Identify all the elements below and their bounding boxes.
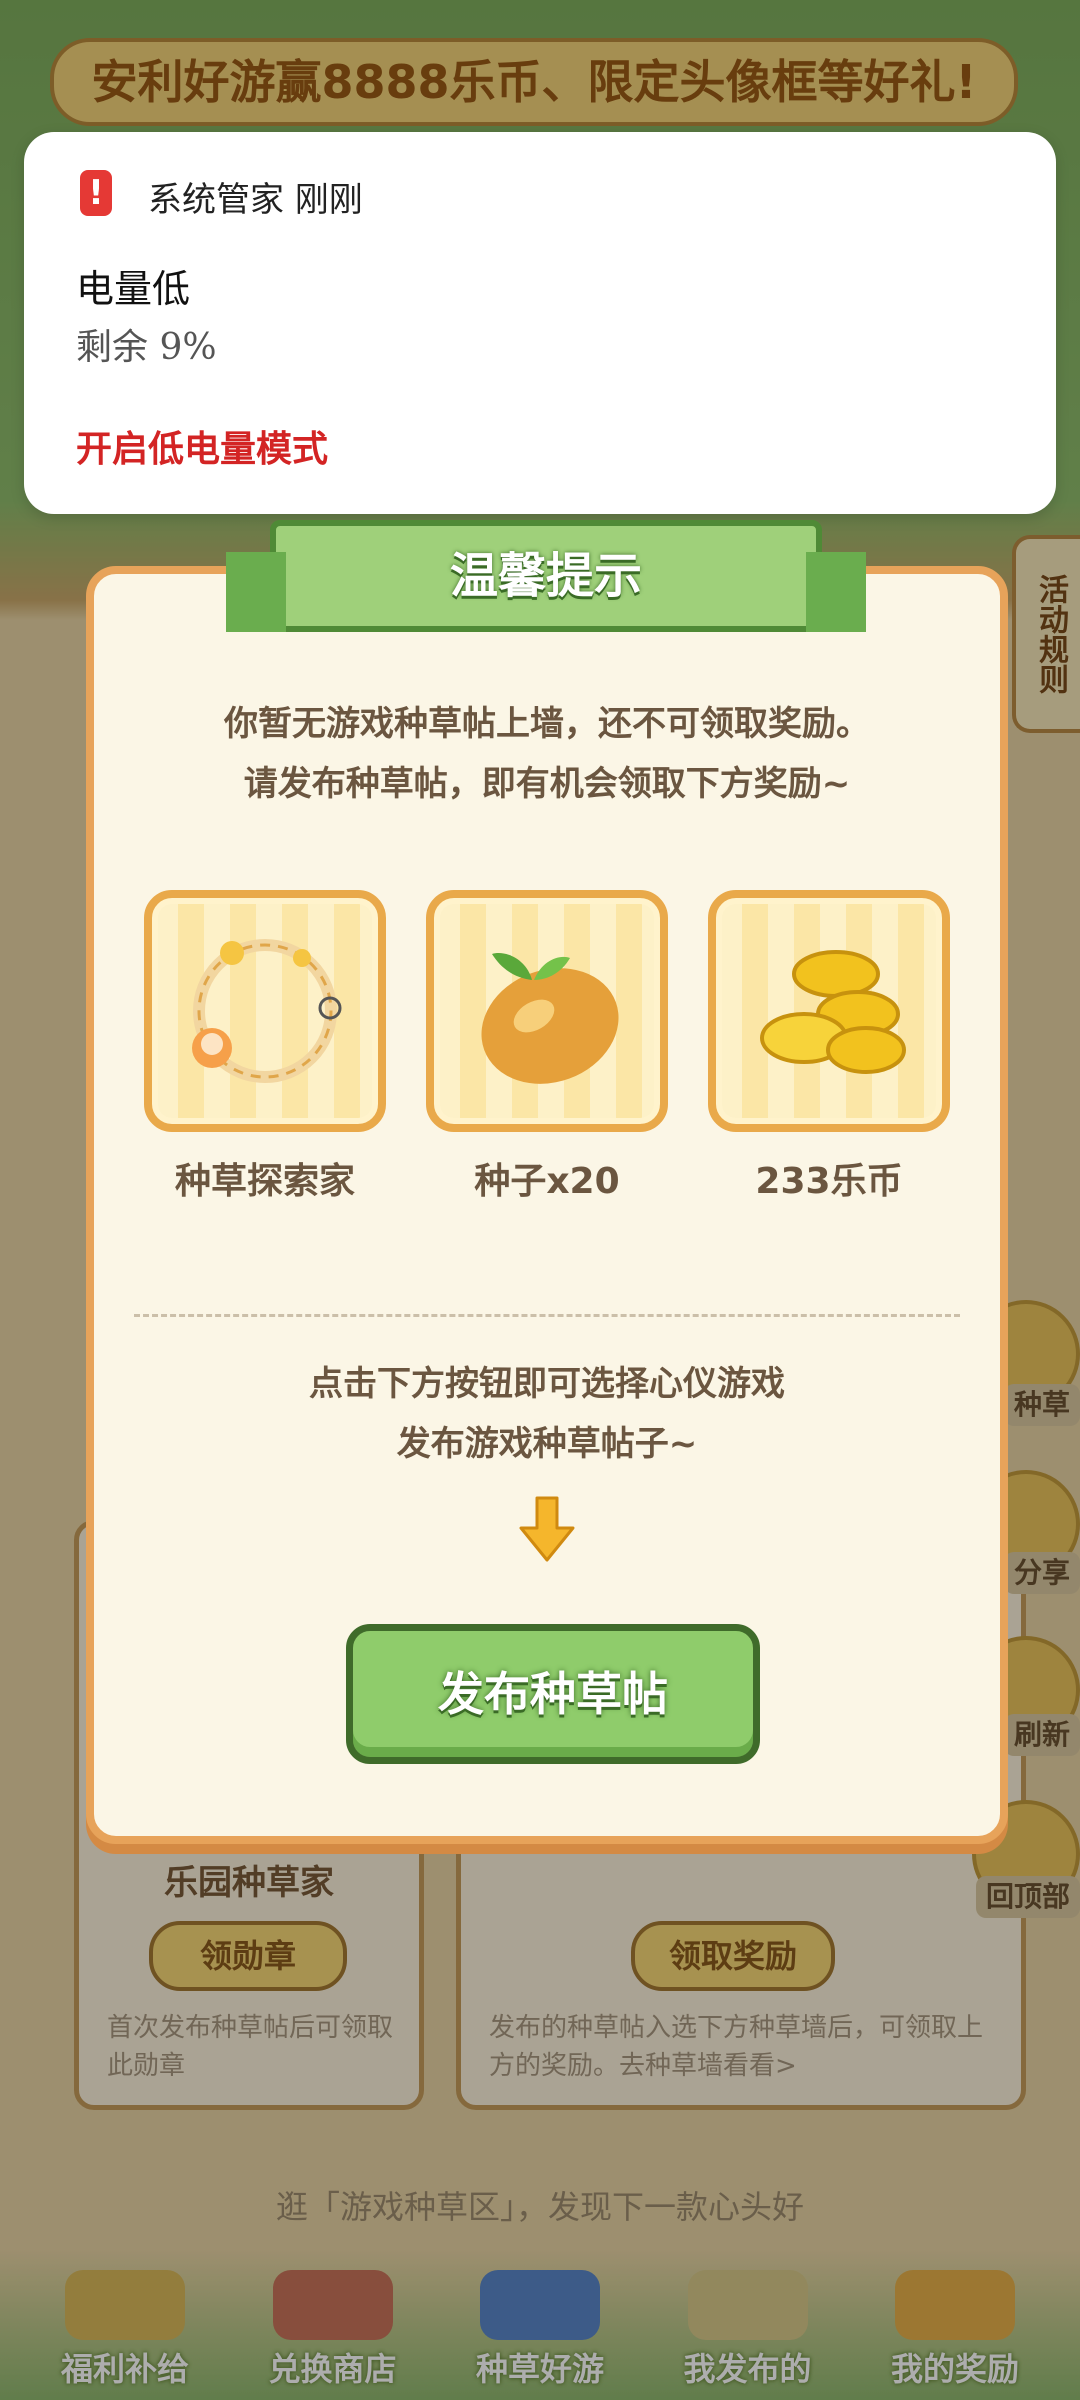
dialog-message-line2: 请发布种草帖，即有机会领取下方奖励~ [243, 764, 851, 804]
dialog-hint-line2: 发布游戏种草帖子~ [396, 1424, 698, 1464]
dialog-message: 你暂无游戏种草帖上墙，还不可领取奖励。 请发布种草帖，即有机会领取下方奖励~ [94, 694, 1000, 814]
dialog-message-line1: 你暂无游戏种草帖上墙，还不可领取奖励。 [224, 704, 870, 744]
dialog-hint: 点击下方按钮即可选择心仪游戏 发布游戏种草帖子~ [94, 1354, 1000, 1474]
dialog-title: 温馨提示 [226, 520, 866, 632]
notification-title: 电量低 [76, 267, 191, 311]
dialog-hint-line1: 点击下方按钮即可选择心仪游戏 [309, 1364, 785, 1404]
seed-icon [426, 890, 668, 1132]
reward-label: 233乐币 [755, 1161, 903, 1202]
reward-item: 种草探索家 [144, 890, 386, 1204]
avatar-frame-icon [144, 890, 386, 1132]
reward-label: 种草探索家 [174, 1161, 355, 1202]
reward-label: 种子x20 [474, 1161, 620, 1202]
reward-item: 233乐币 [708, 890, 950, 1204]
low-battery-notification[interactable]: ! 系统管家 刚刚 电量低 剩余 9% 开启低电量模式 [24, 132, 1056, 514]
reward-list: 种草探索家 种子x20 233乐币 [144, 890, 950, 1204]
notification-body: 剩余 9% [76, 327, 217, 368]
coins-icon [708, 890, 950, 1132]
arrow-down-icon [519, 1496, 575, 1562]
tip-dialog: 你暂无游戏种草帖上墙，还不可领取奖励。 请发布种草帖，即有机会领取下方奖励~ 种… [86, 566, 1008, 1844]
reward-item: 种子x20 [426, 890, 668, 1204]
low-power-mode-action[interactable]: 开启低电量模式 [76, 420, 328, 472]
notification-source: 系统管家 刚刚 [148, 180, 363, 220]
publish-post-button[interactable]: 发布种草帖 [346, 1624, 760, 1764]
battery-alert-icon: ! [80, 170, 112, 216]
dashed-divider [134, 1314, 960, 1317]
